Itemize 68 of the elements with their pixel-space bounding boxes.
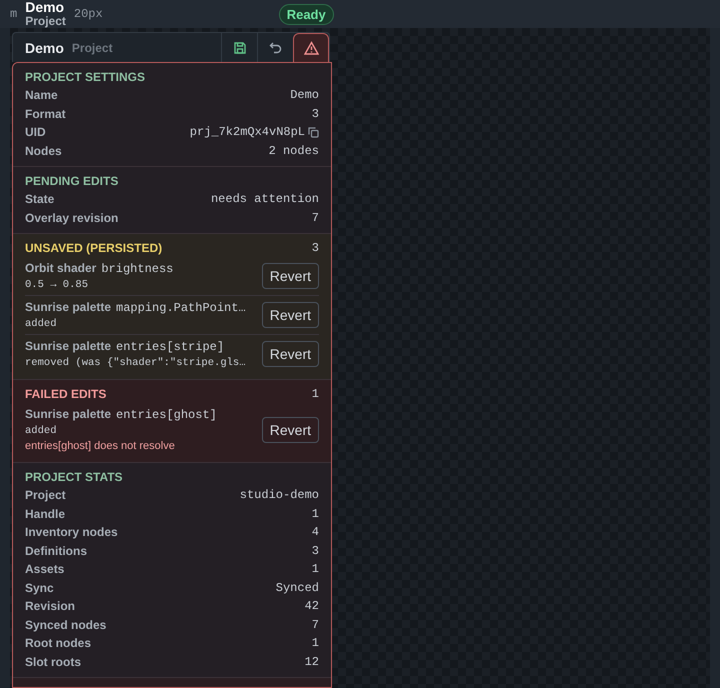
section-count: 3	[312, 241, 319, 255]
section-count: 1	[312, 387, 319, 401]
warning-icon	[304, 41, 318, 55]
edit-target: Orbit shader	[25, 261, 96, 275]
copy-icon[interactable]	[308, 126, 319, 138]
field-value: 2 nodes	[268, 144, 319, 158]
section-title: PROJECT SETTINGS	[25, 70, 146, 84]
field-label: Handle	[25, 506, 66, 521]
field-value: needs attention	[210, 192, 319, 206]
toolbar-subtitle: Project	[72, 40, 113, 54]
edit-detail: 0.5 → 0.85	[25, 279, 90, 291]
app-subtitle: Project	[25, 14, 66, 28]
field-value: prj_7k2mQx4vN8pL	[190, 125, 305, 140]
field-value: 1	[312, 506, 319, 521]
edit-target: Sunrise palette	[25, 300, 112, 314]
field-label: Sync	[25, 580, 54, 595]
field-label: Overlay revision	[25, 210, 118, 225]
field-value: 3	[312, 106, 319, 121]
edit-field: mapping.PathPoint…	[116, 301, 246, 315]
section-title: UNSAVED (PERSISTED)	[25, 241, 162, 255]
field-label: Slot roots	[25, 654, 81, 669]
edit-field: entries[stripe]	[116, 340, 224, 354]
field-value: 12	[304, 654, 319, 669]
hint-text: 20px	[74, 7, 103, 21]
field-value: Demo	[290, 88, 319, 102]
error-message: entries[ghost] does not resolve	[25, 440, 176, 452]
save-icon	[232, 40, 246, 54]
field-label: Nodes	[25, 144, 62, 158]
field-label: Synced nodes	[25, 618, 106, 632]
status-badge: Ready	[278, 4, 334, 24]
field-value: Synced	[276, 580, 319, 595]
field-value: 3	[312, 544, 319, 558]
revert-button[interactable]: Revert	[262, 341, 319, 367]
field-label: Revision	[25, 599, 76, 614]
warning-button[interactable]	[293, 33, 329, 62]
field-label: Root nodes	[25, 636, 91, 650]
field-label: Inventory nodes	[25, 525, 118, 540]
field-value: 1	[312, 636, 319, 650]
edit-field: brightness	[101, 262, 174, 276]
edit-detail: added	[25, 318, 58, 330]
field-value: 4	[312, 525, 319, 540]
undo-icon	[268, 40, 282, 54]
revert-button[interactable]: Revert	[262, 263, 319, 289]
field-label: State	[25, 192, 54, 206]
field-label: Definitions	[25, 544, 87, 558]
field-value: 7	[312, 210, 319, 225]
hint-text: m	[10, 7, 18, 21]
field-value: studio-demo	[240, 488, 319, 502]
app-title: Demo	[25, 0, 66, 14]
toolbar-title: Demo	[25, 40, 64, 56]
edit-detail: removed (was {"shader":"stripe.gls…	[25, 357, 247, 369]
section-title: PROJECT STATS	[25, 470, 123, 484]
edit-target: Sunrise palette	[25, 407, 112, 421]
edit-field: entries[ghost]	[116, 408, 217, 422]
section-title: PENDING EDITS	[25, 174, 118, 188]
section-title: FAILED EDITS	[25, 387, 106, 401]
field-label: Format	[25, 106, 66, 121]
field-label: Name	[25, 88, 58, 102]
field-label: Assets	[25, 562, 64, 576]
field-value: 1	[312, 562, 319, 576]
revert-button[interactable]: Revert	[262, 302, 319, 328]
field-value: 7	[312, 618, 319, 632]
edit-target: Sunrise palette	[25, 339, 112, 353]
field-label: UID	[25, 125, 46, 140]
edit-detail: added	[25, 425, 58, 437]
field-value: 42	[304, 599, 319, 614]
field-label: Project	[25, 488, 66, 502]
revert-button[interactable]: Revert	[262, 416, 319, 442]
